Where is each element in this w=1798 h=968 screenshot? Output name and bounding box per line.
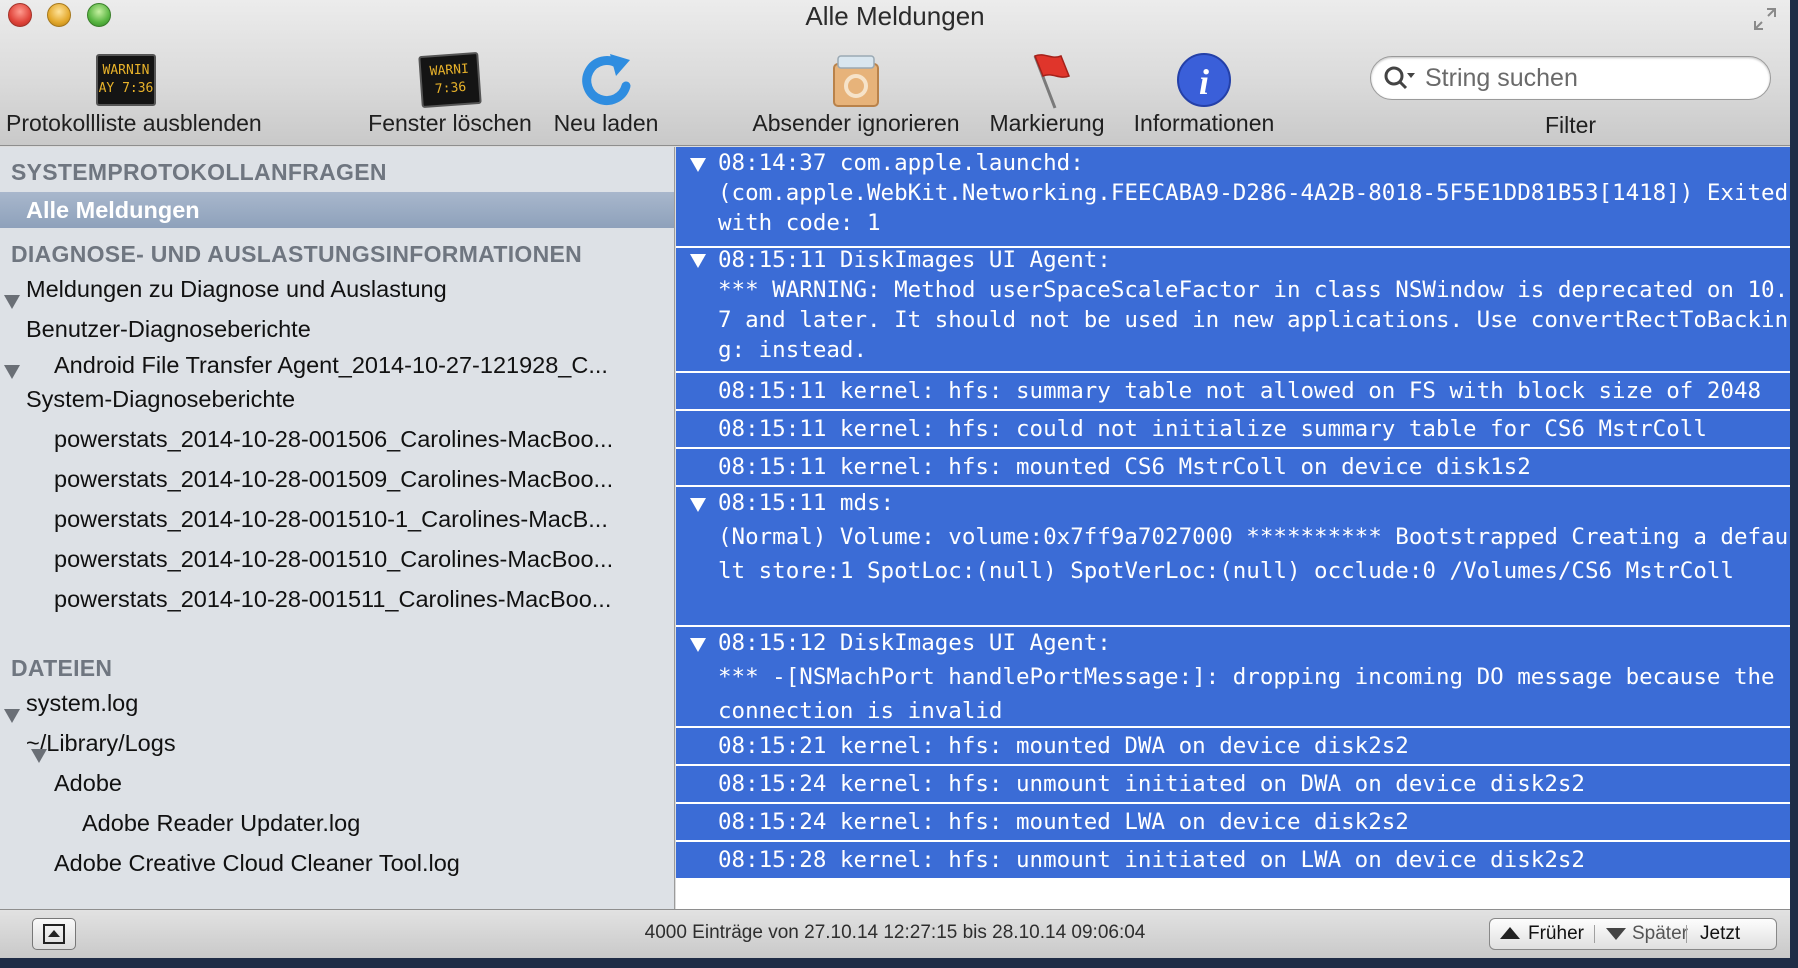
log-line: (com.apple.WebKit.Networking.FEECABA9-D2… [718, 180, 1789, 206]
section-system-log-queries: SYSTEMPROTOKOLLANFRAGEN [11, 159, 387, 185]
toolbar: Alle Meldungen WARNIN AY 7:36 Protokolll… [0, 0, 1790, 146]
log-line: connection is invalid [718, 698, 1003, 724]
recycle-box-icon [833, 55, 879, 107]
reload-button[interactable]: Neu laden [548, 46, 664, 142]
sidebar-item-system-log[interactable]: system.log [26, 685, 666, 721]
sidebar-item-user-report[interactable]: Android File Transfer Agent_2014-10-27-1… [54, 347, 642, 383]
disclosure-triangle-icon[interactable] [690, 158, 706, 172]
hide-log-list-label: Protokollliste ausblenden [6, 110, 262, 136]
log-line: lt store:1 SpotLoc:(null) SpotVerLoc:(nu… [718, 558, 1734, 584]
clear-window-label: Fenster löschen [368, 110, 532, 136]
search-field[interactable] [1370, 56, 1771, 100]
window-title: Alle Meldungen [805, 1, 985, 31]
log-entry[interactable]: 08:15:11 kernel: hfs: could not initiali… [676, 411, 1790, 449]
log-line: with code: 1 [718, 210, 881, 236]
sidebar-item-library-logs[interactable]: ~/Library/Logs [26, 725, 666, 761]
log-line: 08:15:11 kernel: hfs: summary table not … [718, 378, 1762, 404]
mark-button[interactable]: Markierung [984, 46, 1110, 142]
reload-label: Neu laden [553, 110, 659, 136]
ignore-sender-label: Absender ignorieren [752, 110, 960, 136]
sidebar: SYSTEMPROTOKOLLANFRAGEN Alle Meldungen D… [0, 147, 675, 909]
sidebar-item-all-messages[interactable]: Alle Meldungen [0, 192, 674, 228]
log-entry[interactable]: 08:15:11 mds: (Normal) Volume: volume:0x… [676, 487, 1790, 627]
search-input[interactable] [1425, 63, 1745, 93]
console-window: Alle Meldungen WARNIN AY 7:36 Protokolll… [0, 0, 1790, 958]
sidebar-item-user-reports[interactable]: Benutzer-Diagnoseberichte [26, 311, 666, 347]
status-bar: 4000 Einträge von 27.10.14 12:27:15 bis … [0, 909, 1790, 958]
ignore-sender-button[interactable]: Absender ignorieren [746, 46, 966, 142]
sidebar-item-diagnostic-messages[interactable]: Meldungen zu Diagnose und Auslastung [26, 271, 666, 307]
console-icon: WARNIN AY 7:36 [96, 54, 156, 106]
sidebar-item-system-report[interactable]: powerstats_2014-10-28-001511_Carolines-M… [54, 581, 642, 617]
reload-icon [582, 54, 631, 106]
log-line: (Normal) Volume: volume:0x7ff9a7027000 *… [718, 524, 1789, 550]
log-entry[interactable]: 08:15:11 DiskImages UI Agent: *** WARNIN… [676, 247, 1790, 373]
flag-icon [1033, 54, 1070, 109]
sidebar-item-system-report[interactable]: powerstats_2014-10-28-001509_Carolines-M… [54, 461, 642, 497]
disclosure-triangle-icon[interactable] [690, 254, 706, 268]
log-line: 7 and later. It should not be used in ne… [718, 307, 1789, 333]
clear-console-icon: WARNI 7:36 [418, 51, 482, 109]
log-entry[interactable]: 08:15:12 DiskImages UI Agent: *** -[NSMa… [676, 627, 1790, 728]
log-line: 08:15:28 kernel: hfs: unmount initiated … [718, 847, 1585, 873]
log-line: *** -[NSMachPort handlePortMessage:]: dr… [718, 664, 1775, 690]
disclosure-triangle-icon[interactable] [4, 295, 20, 309]
log-line: 08:15:11 kernel: hfs: mounted CS6 MstrCo… [718, 454, 1531, 480]
log-entry[interactable]: 08:14:37 com.apple.launchd: (com.apple.W… [676, 147, 1790, 248]
filter-label: Filter [1544, 112, 1597, 138]
clear-window-button[interactable]: WARNI 7:36 Fenster löschen [364, 46, 536, 142]
info-button[interactable]: i Informationen [1124, 46, 1284, 142]
log-line: 08:15:24 kernel: hfs: unmount initiated … [718, 771, 1585, 797]
time-navigation: Früher Später Jetzt [1489, 918, 1777, 950]
sidebar-item-adobe-reader-log[interactable]: Adobe Reader Updater.log [82, 805, 652, 841]
log-entry[interactable]: 08:15:24 kernel: hfs: unmount initiated … [676, 766, 1790, 804]
disclosure-triangle-icon[interactable] [4, 365, 20, 379]
log-entry[interactable]: 08:15:28 kernel: hfs: unmount initiated … [676, 842, 1790, 880]
log-line: *** WARNING: Method userSpaceScaleFactor… [718, 277, 1789, 303]
log-entry[interactable]: 08:15:21 kernel: hfs: mounted DWA on dev… [676, 728, 1790, 766]
log-line: 08:15:21 kernel: hfs: mounted DWA on dev… [718, 733, 1409, 759]
log-message-list[interactable]: 08:14:37 com.apple.launchd: (com.apple.W… [676, 147, 1790, 909]
log-line: 08:15:11 kernel: hfs: could not initiali… [718, 416, 1707, 442]
log-entry[interactable]: 08:15:24 kernel: hfs: mounted LWA on dev… [676, 804, 1790, 842]
sidebar-item-system-reports[interactable]: System-Diagnoseberichte [26, 381, 666, 417]
later-button[interactable]: Später [1594, 919, 1688, 949]
log-line: g: instead. [718, 337, 868, 363]
disclosure-triangle-icon[interactable] [31, 749, 47, 763]
info-icon: i [1177, 53, 1231, 107]
log-line: 08:15:24 kernel: hfs: mounted LWA on dev… [718, 809, 1409, 835]
sidebar-item-system-report[interactable]: powerstats_2014-10-28-001506_Carolines-M… [54, 421, 642, 457]
sidebar-item-adobe[interactable]: Adobe [54, 765, 654, 801]
disclosure-triangle-icon[interactable] [690, 638, 706, 652]
sidebar-item-system-report[interactable]: powerstats_2014-10-28-001510-1_Carolines… [54, 501, 642, 537]
search-icon[interactable] [1383, 65, 1417, 91]
earlier-button[interactable]: Früher [1490, 919, 1590, 949]
sidebar-item-adobe-cc-log[interactable]: Adobe Creative Cloud Cleaner Tool.log [54, 845, 654, 881]
log-line: 08:15:11 DiskImages UI Agent: [718, 247, 1111, 273]
section-files: DATEIEN [11, 655, 113, 681]
log-line: 08:15:12 DiskImages UI Agent: [718, 630, 1111, 656]
now-button[interactable]: Jetzt [1700, 919, 1770, 949]
disclosure-triangle-icon[interactable] [690, 498, 706, 512]
disclosure-triangle-icon[interactable] [4, 709, 20, 723]
info-label: Informationen [1133, 110, 1275, 136]
divider [1686, 925, 1687, 943]
section-diagnostics: DIAGNOSE- UND AUSLASTUNGSINFORMATIONEN [11, 241, 583, 267]
fullscreen-icon[interactable] [1752, 6, 1778, 32]
log-entry[interactable]: 08:15:11 kernel: hfs: mounted CS6 MstrCo… [676, 449, 1790, 487]
hide-log-list-button[interactable]: WARNIN AY 7:36 Protokollliste ausblenden [6, 46, 262, 142]
log-entry[interactable]: 08:15:11 kernel: hfs: summary table not … [676, 373, 1790, 411]
log-line: 08:15:11 mds: [718, 490, 895, 516]
sidebar-item-system-report[interactable]: powerstats_2014-10-28-001510_Carolines-M… [54, 541, 642, 577]
svg-text:i: i [1199, 62, 1209, 102]
mark-label: Markierung [989, 110, 1105, 136]
